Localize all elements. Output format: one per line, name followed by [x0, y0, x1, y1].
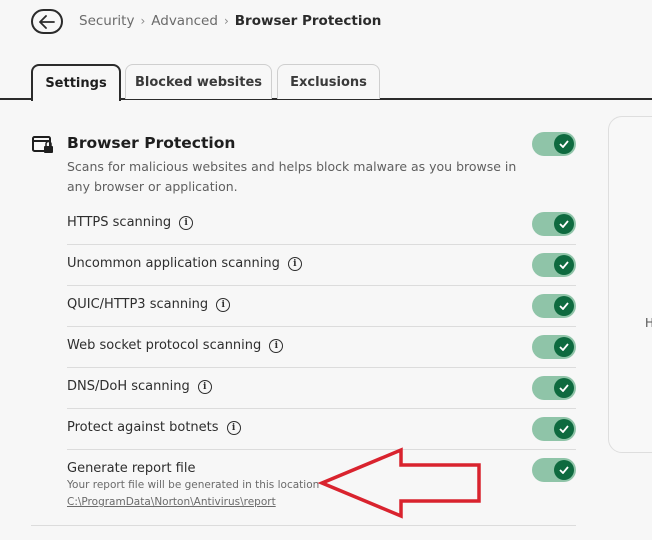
breadcrumb-current: Browser Protection: [234, 13, 382, 29]
check-icon: [554, 255, 574, 275]
red-arrow-annotation: [317, 447, 483, 523]
browser-lock-icon: [32, 136, 54, 158]
report-path-link[interactable]: C:\ProgramData\Norton\Antivirus\report: [67, 496, 276, 508]
tab-settings-label: Settings: [45, 76, 107, 91]
chevron-right-icon: ›: [223, 14, 229, 28]
divider: [67, 285, 576, 286]
info-icon[interactable]: i: [269, 338, 284, 353]
arrow-left-icon: [39, 14, 55, 29]
check-icon: [554, 337, 574, 357]
info-icon[interactable]: i: [179, 215, 194, 230]
setting-label: Web socket protocol scanning: [67, 338, 262, 353]
setting-label: Protect against botnets: [67, 420, 219, 435]
tab-blocked-websites[interactable]: Blocked websites: [125, 64, 272, 99]
back-button[interactable]: [31, 9, 63, 34]
breadcrumb-security[interactable]: Security: [79, 13, 134, 29]
divider: [67, 326, 576, 327]
setting-https-scanning: HTTPS scanning i: [67, 215, 194, 230]
setting-label: Generate report file: [67, 461, 196, 476]
check-icon: [554, 419, 574, 439]
info-icon[interactable]: i: [216, 297, 231, 312]
section-description: Scans for malicious websites and helps b…: [67, 159, 517, 194]
side-card: [608, 116, 652, 453]
info-icon[interactable]: i: [197, 379, 212, 394]
chevron-right-icon: ›: [140, 14, 146, 28]
uncommon-app-scanning-toggle[interactable]: [532, 253, 576, 277]
setting-label: QUIC/HTTP3 scanning: [67, 297, 209, 312]
info-icon[interactable]: i: [287, 256, 302, 271]
quic-http3-scanning-toggle[interactable]: [532, 294, 576, 318]
dns-doh-scanning-toggle[interactable]: [532, 376, 576, 400]
browser-protection-toggle[interactable]: [532, 132, 576, 156]
setting-label: Uncommon application scanning: [67, 256, 280, 271]
protect-against-botnets-toggle[interactable]: [532, 417, 576, 441]
check-icon: [554, 296, 574, 316]
breadcrumb-advanced[interactable]: Advanced: [151, 13, 218, 29]
tab-exclusions[interactable]: Exclusions: [277, 64, 380, 99]
setting-uncommon-app-scanning: Uncommon application scanning i: [67, 256, 302, 271]
divider: [31, 525, 576, 526]
check-icon: [554, 378, 574, 398]
setting-label: HTTPS scanning: [67, 215, 172, 230]
divider: [67, 408, 576, 409]
tab-exclusions-label: Exclusions: [290, 74, 367, 90]
section-title: Browser Protection: [67, 134, 236, 152]
check-icon: [554, 134, 574, 154]
breadcrumb: Security › Advanced › Browser Protection: [79, 13, 381, 29]
https-scanning-toggle[interactable]: [532, 212, 576, 236]
divider: [67, 367, 576, 368]
tab-blocked-websites-label: Blocked websites: [134, 74, 263, 90]
check-icon: [554, 214, 574, 234]
setting-label: DNS/DoH scanning: [67, 379, 190, 394]
setting-web-socket-scanning: Web socket protocol scanning i: [67, 338, 284, 353]
setting-dns-doh-scanning: DNS/DoH scanning i: [67, 379, 212, 394]
tab-settings[interactable]: Settings: [31, 64, 121, 103]
web-socket-scanning-toggle[interactable]: [532, 335, 576, 359]
check-icon: [554, 460, 574, 480]
divider: [67, 244, 576, 245]
generate-report-toggle[interactable]: [532, 458, 576, 482]
info-icon[interactable]: i: [226, 420, 241, 435]
setting-protect-against-botnets: Protect against botnets i: [67, 420, 241, 435]
setting-quic-http3-scanning: QUIC/HTTP3 scanning i: [67, 297, 231, 312]
setting-generate-report-file: Generate report file: [67, 461, 195, 476]
report-subtitle: Your report file will be generated in th…: [67, 479, 320, 491]
side-card-text: H: [645, 316, 652, 330]
